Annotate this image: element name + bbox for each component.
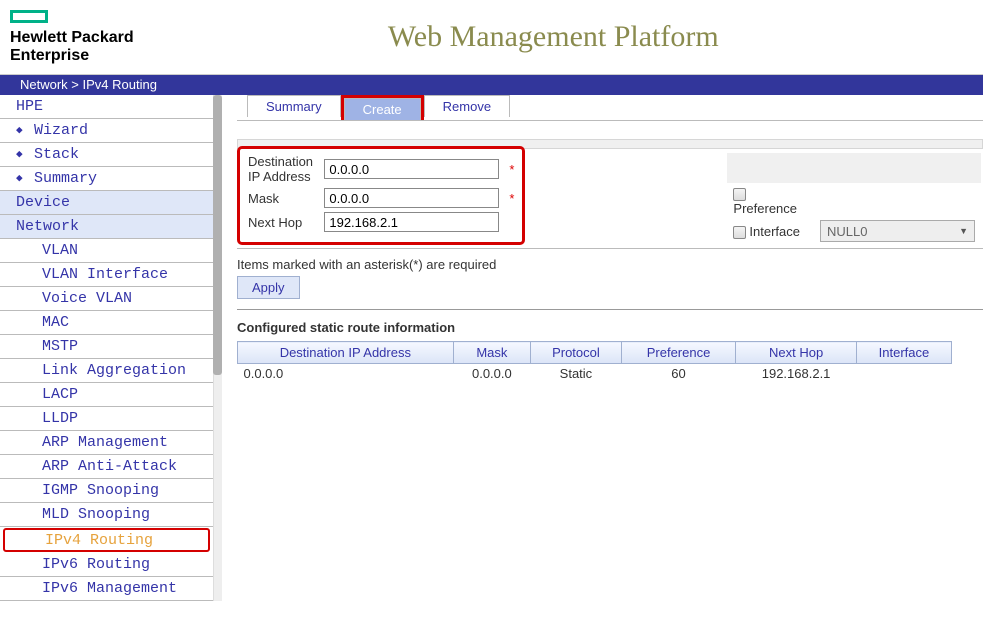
sidebar-item-summary[interactable]: Summary bbox=[0, 167, 213, 191]
td-pref: 60 bbox=[621, 364, 735, 384]
preference-checkbox[interactable] bbox=[733, 188, 746, 201]
diamond-icon bbox=[16, 126, 26, 136]
tab-summary[interactable]: Summary bbox=[247, 95, 341, 117]
required-note: Items marked with an asterisk(*) are req… bbox=[237, 257, 983, 272]
mask-label: Mask bbox=[244, 187, 318, 209]
td-iface bbox=[856, 364, 951, 384]
sidebar-item-label: Stack bbox=[34, 146, 79, 163]
header: Hewlett Packard Enterprise Web Managemen… bbox=[0, 0, 983, 75]
th-dest[interactable]: Destination IP Address bbox=[238, 342, 454, 364]
section-title: Configured static route information bbox=[237, 320, 983, 335]
sidebar-item-device[interactable]: Device bbox=[0, 191, 213, 215]
sidebar-item-lldp[interactable]: LLDP bbox=[0, 407, 213, 431]
separator bbox=[237, 309, 983, 310]
chevron-down-icon: ▼ bbox=[959, 226, 974, 236]
sidebar-item-arp-anti-attack[interactable]: ARP Anti-Attack bbox=[0, 455, 213, 479]
sidebar-item-label: Summary bbox=[34, 170, 97, 187]
tab-create[interactable]: Create bbox=[344, 98, 421, 120]
sidebar-item-igmp-snooping[interactable]: IGMP Snooping bbox=[0, 479, 213, 503]
form-highlight: Destination IP Address * Mask * Next Hop bbox=[237, 146, 525, 245]
sidebar-item-mld-snooping[interactable]: MLD Snooping bbox=[0, 503, 213, 527]
interface-select[interactable]: NULL0 ▼ bbox=[820, 220, 975, 242]
th-preference[interactable]: Preference bbox=[621, 342, 735, 364]
diamond-icon bbox=[16, 174, 26, 184]
sidebar-item-link-aggregation[interactable]: Link Aggregation bbox=[0, 359, 213, 383]
content: Summary Create Remove Destination IP Add… bbox=[222, 95, 983, 601]
brand-line1: Hewlett Packard bbox=[10, 29, 134, 47]
sidebar-item-label: Wizard bbox=[34, 122, 88, 139]
th-nexthop[interactable]: Next Hop bbox=[736, 342, 857, 364]
sidebar-item-vlan-interface[interactable]: VLAN Interface bbox=[0, 263, 213, 287]
sidebar-scrollbar[interactable] bbox=[213, 95, 222, 601]
hpe-bar-icon bbox=[10, 10, 48, 23]
sidebar-item-lacp[interactable]: LACP bbox=[0, 383, 213, 407]
static-route-table: Destination IP Address Mask Protocol Pre… bbox=[237, 341, 952, 383]
tab-create-highlight: Create bbox=[341, 95, 424, 120]
sidebar-item-ipv6-routing[interactable]: IPv6 Routing bbox=[0, 553, 213, 577]
sidebar: HPE Wizard Stack Summary Device Network … bbox=[0, 95, 222, 601]
td-dest: 0.0.0.0 bbox=[238, 364, 454, 384]
sidebar-item-stack[interactable]: Stack bbox=[0, 143, 213, 167]
sidebar-item-wizard[interactable]: Wizard bbox=[0, 119, 213, 143]
right-options: Preference Interface NULL0 ▼ bbox=[725, 149, 983, 245]
hpe-logo: Hewlett Packard Enterprise bbox=[10, 10, 134, 64]
sidebar-item-mac[interactable]: MAC bbox=[0, 311, 213, 335]
sidebar-item-ipv4-routing[interactable]: IPv4 Routing bbox=[3, 528, 210, 552]
td-mask: 0.0.0.0 bbox=[453, 364, 530, 384]
preference-label: Preference bbox=[733, 201, 797, 216]
th-protocol[interactable]: Protocol bbox=[531, 342, 622, 364]
interface-checkbox[interactable] bbox=[733, 226, 746, 239]
tab-remove[interactable]: Remove bbox=[424, 95, 510, 117]
apply-button[interactable]: Apply bbox=[237, 276, 300, 299]
required-asterisk: * bbox=[505, 153, 518, 185]
dest-ip-label: Destination IP Address bbox=[244, 153, 318, 185]
sidebar-item-network[interactable]: Network bbox=[0, 215, 213, 239]
td-nexthop: 192.168.2.1 bbox=[736, 364, 857, 384]
required-asterisk: * bbox=[505, 187, 518, 209]
interface-label: Interface bbox=[749, 224, 800, 239]
breadcrumb: Network > IPv4 Routing bbox=[0, 75, 983, 95]
table-row[interactable]: 0.0.0.0 0.0.0.0 Static 60 192.168.2.1 bbox=[238, 364, 952, 384]
nexthop-label: Next Hop bbox=[244, 211, 318, 233]
sidebar-item-ipv6-management[interactable]: IPv6 Management bbox=[0, 577, 213, 601]
sidebar-item-voice-vlan[interactable]: Voice VLAN bbox=[0, 287, 213, 311]
td-protocol: Static bbox=[531, 364, 622, 384]
dest-ip-input[interactable] bbox=[324, 159, 499, 179]
th-interface[interactable]: Interface bbox=[856, 342, 951, 364]
tabs: Summary Create Remove bbox=[237, 95, 983, 121]
th-mask[interactable]: Mask bbox=[453, 342, 530, 364]
mask-input[interactable] bbox=[324, 188, 499, 208]
sidebar-scrollbar-thumb[interactable] bbox=[213, 95, 222, 375]
sidebar-item-hpe[interactable]: HPE bbox=[0, 95, 213, 119]
sidebar-item-vlan[interactable]: VLAN bbox=[0, 239, 213, 263]
brand-line2: Enterprise bbox=[10, 47, 134, 65]
diamond-icon bbox=[16, 150, 26, 160]
sidebar-item-mstp[interactable]: MSTP bbox=[0, 335, 213, 359]
page-title: Web Management Platform bbox=[134, 20, 973, 54]
sidebar-item-arp-management[interactable]: ARP Management bbox=[0, 431, 213, 455]
interface-select-value: NULL0 bbox=[827, 224, 867, 239]
nexthop-input[interactable] bbox=[324, 212, 499, 232]
